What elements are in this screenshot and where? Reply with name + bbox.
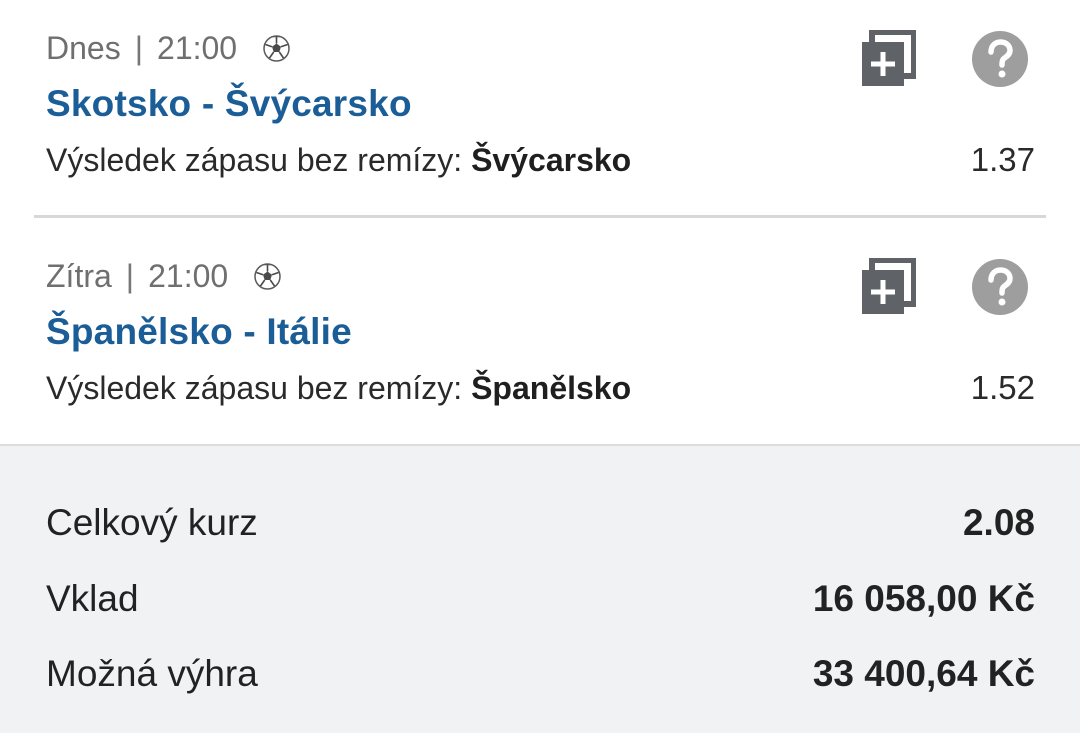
copy-add-icon: [862, 257, 917, 314]
bet-day: Dnes: [46, 30, 121, 66]
stake-value: 16 058,00 Kč: [812, 578, 1035, 619]
bet-item: Zítra | 21:00 Španělsko - Itálie Výslede…: [0, 228, 1080, 444]
total-odds-label: Celkový kurz: [46, 502, 258, 543]
bet-time: 21:00: [148, 258, 229, 294]
match-name[interactable]: Španělsko - Itálie: [46, 310, 352, 354]
copy-add-icon: [862, 29, 917, 86]
stake-label: Vklad: [46, 578, 139, 619]
meta-separator: |: [134, 30, 144, 66]
bet-market: Výsledek zápasu bez remízy: Švýcarsko: [46, 140, 631, 180]
ticket-summary: Celkový kurz 2.08 Vklad 16 058,00 Kč Mož…: [0, 444, 1080, 733]
stake-row: Vklad 16 058,00 Kč: [46, 577, 1035, 621]
bet-item: Dnes | 21:00 Skotsko - Švýcarsko Výslede…: [0, 0, 1080, 218]
possible-win-value: 33 400,64 Kč: [812, 653, 1035, 694]
total-odds-value: 2.08: [962, 502, 1035, 543]
match-name[interactable]: Skotsko - Švýcarsko: [46, 82, 412, 126]
possible-win-label: Možná výhra: [46, 653, 258, 694]
possible-win-row: Možná výhra 33 400,64 Kč: [46, 652, 1035, 696]
bet-divider: [34, 215, 1046, 218]
soccer-ball-icon: [263, 34, 290, 62]
market-label: Výsledek zápasu bez remízy:: [46, 370, 472, 406]
bet-meta: Zítra | 21:00: [46, 258, 281, 294]
bet-selection: Švýcarsko: [471, 142, 632, 178]
copy-add-button[interactable]: [860, 29, 917, 88]
help-button[interactable]: [971, 258, 1029, 316]
help-icon: [972, 31, 1028, 87]
copy-add-button[interactable]: [860, 257, 917, 316]
market-label: Výsledek zápasu bez remízy:: [46, 142, 472, 178]
bet-time: 21:00: [157, 30, 238, 66]
bet-day: Zítra: [46, 258, 112, 294]
help-button[interactable]: [971, 30, 1029, 88]
help-icon: [972, 259, 1028, 315]
soccer-ball-icon: [254, 262, 281, 290]
bet-market: Výsledek zápasu bez remízy: Španělsko: [46, 368, 631, 408]
bet-odd: 1.37: [970, 141, 1035, 178]
bet-selection: Španělsko: [471, 370, 632, 406]
meta-separator: |: [125, 258, 135, 294]
bet-meta: Dnes | 21:00: [46, 30, 290, 66]
bet-odd: 1.52: [970, 369, 1035, 406]
total-odds-row: Celkový kurz 2.08: [46, 501, 1035, 545]
